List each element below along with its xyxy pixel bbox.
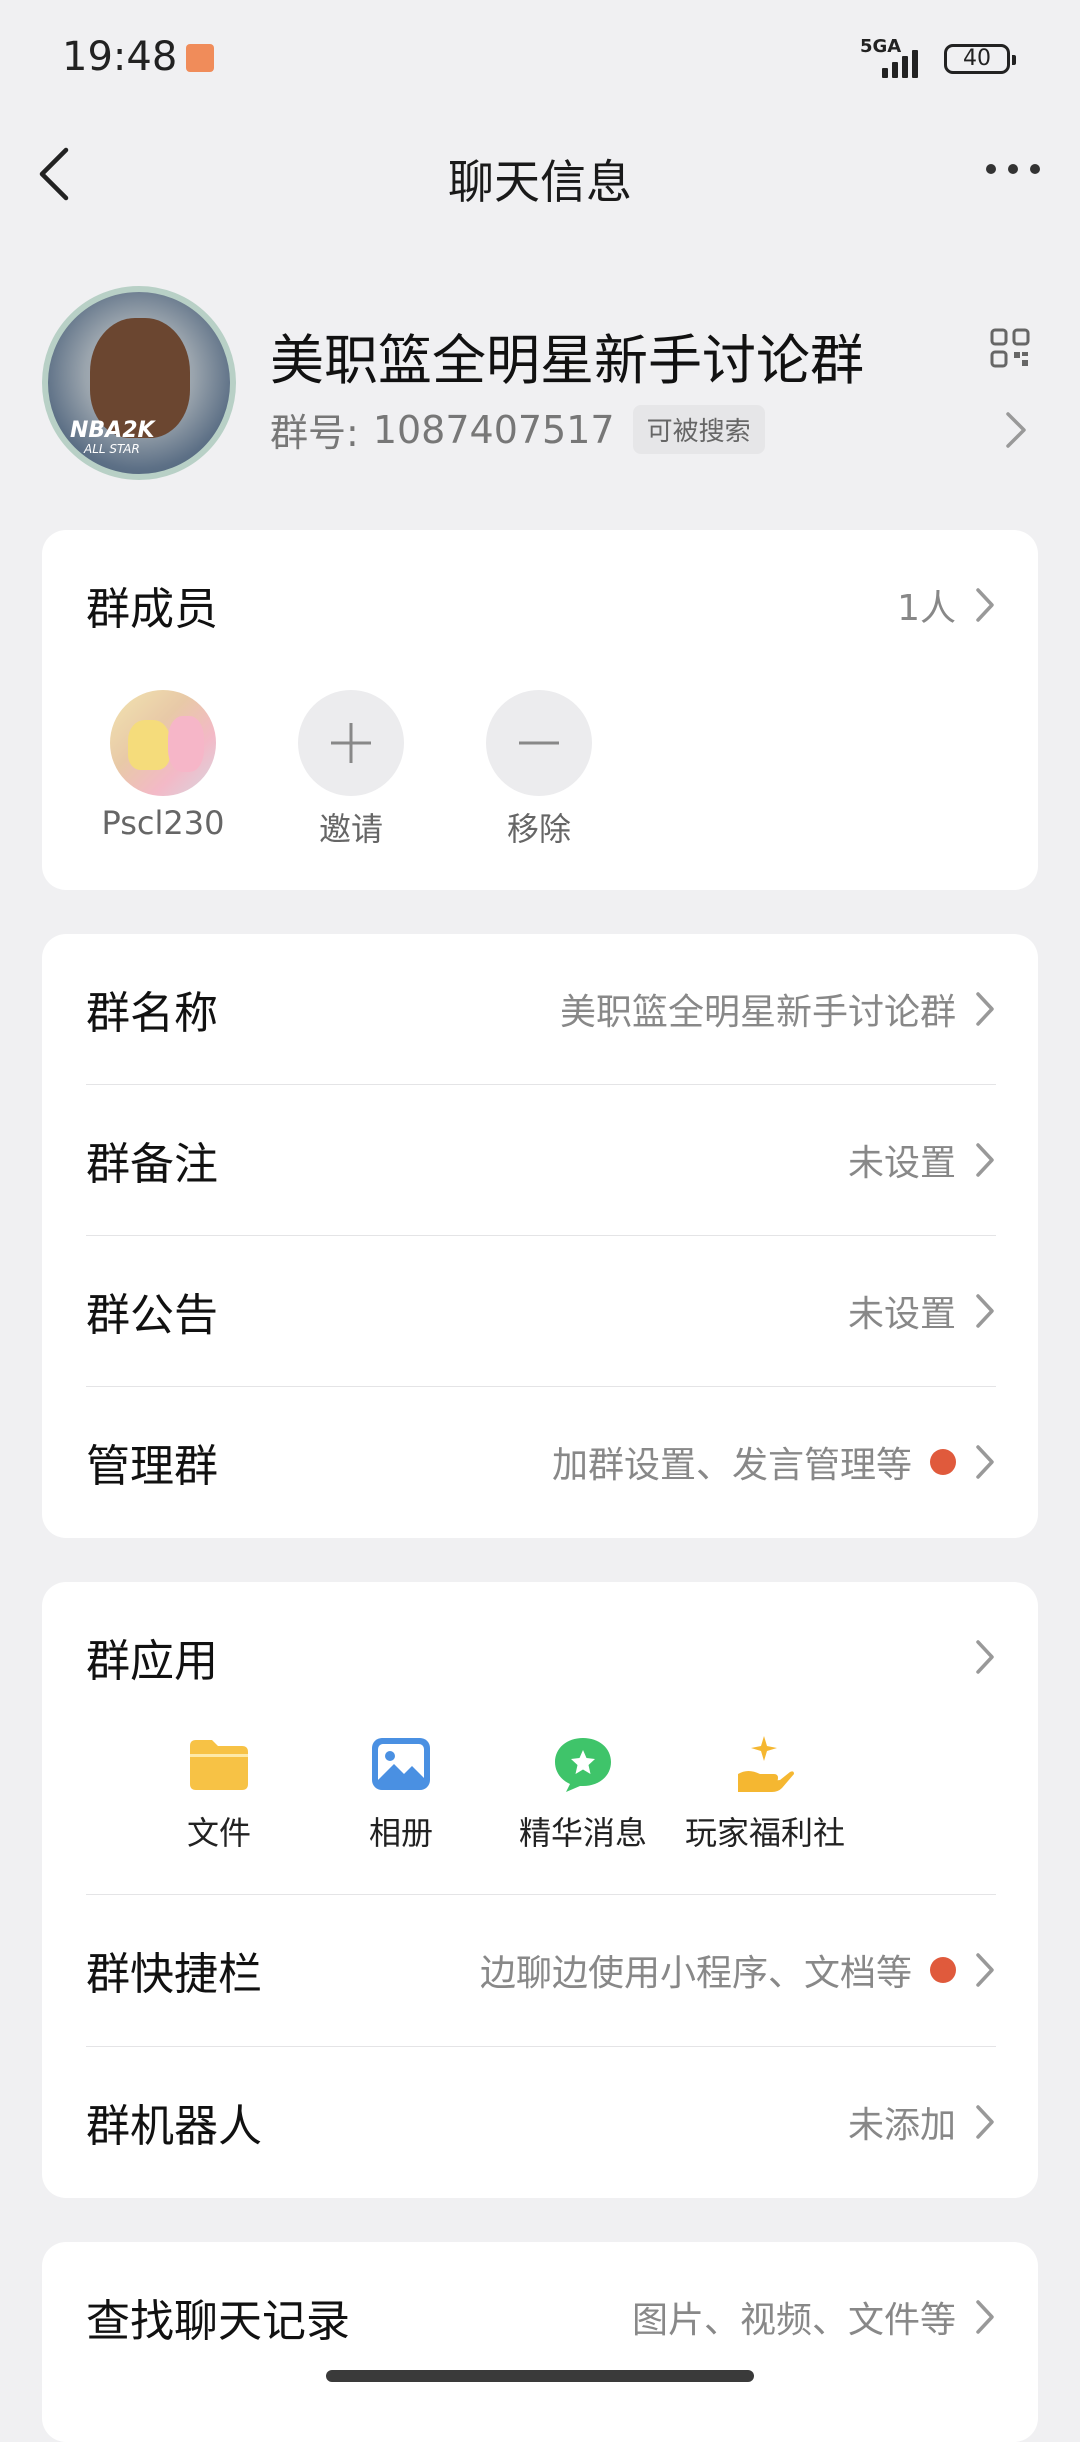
chevron-right-icon — [976, 1953, 994, 1987]
row-label: 群机器人 — [86, 2101, 262, 2152]
group-number: 1087407517 — [372, 407, 615, 452]
remove-label: 移除 — [506, 810, 571, 848]
status-bar: 19:48 5GA 40 — [0, 0, 1080, 118]
member-count: 1人 — [897, 588, 956, 629]
group-settings-card: 群名称 美职篮全明星新手讨论群 群备注 未设置 群公告 未设置 管理群 加群设置… — [42, 934, 1038, 1538]
app-files[interactable]: 文件 — [128, 1734, 310, 1854]
row-value: 未设置 — [847, 1294, 956, 1335]
row-value: 边聊边使用小程序、文档等 — [479, 1953, 912, 1994]
row-label: 查找聊天记录 — [86, 2296, 350, 2347]
group-announcement-row[interactable]: 群公告 未设置 — [86, 1236, 996, 1386]
row-value: 未添加 — [847, 2105, 956, 2146]
home-indicator[interactable] — [326, 2370, 754, 2382]
row-value: 加群设置、发言管理等 — [551, 1445, 912, 1486]
group-number-label: 群号: — [270, 411, 359, 455]
member-item[interactable]: Pscl230 — [102, 690, 224, 850]
group-name: 美职篮全明星新手讨论群 — [270, 329, 864, 392]
row-label: 群公告 — [86, 1290, 218, 1341]
chevron-right-icon — [976, 1445, 994, 1479]
chevron-right-icon — [1006, 412, 1026, 448]
manage-group-row[interactable]: 管理群 加群设置、发言管理等 — [86, 1387, 996, 1537]
member-list: Pscl230 邀请 移除 — [102, 690, 594, 850]
group-apps-header-row[interactable]: 群应用 — [86, 1582, 996, 1732]
gift-hand-icon — [738, 1736, 794, 1792]
group-remark-row[interactable]: 群备注 未设置 — [86, 1085, 996, 1235]
app-label: 精华消息 — [518, 1814, 647, 1852]
star-message-icon — [555, 1738, 611, 1792]
cellular-signal-icon: 5GA — [860, 36, 930, 80]
members-card: 群成员 1人 Pscl230 邀请 移除 — [42, 530, 1038, 890]
app-label: 文件 — [186, 1814, 251, 1852]
members-header-row[interactable]: 群成员 1人 — [86, 530, 996, 680]
group-bot-row[interactable]: 群机器人 未添加 — [86, 2047, 996, 2197]
nav-bar: 聊天信息 — [0, 118, 1080, 228]
chevron-right-icon — [976, 588, 994, 622]
remove-button[interactable]: 移除 — [484, 690, 594, 850]
app-list: 文件 相册 精华消息 玩家福利社 — [128, 1734, 856, 1854]
page-title: 聊天信息 — [448, 155, 632, 209]
group-apps-label: 群应用 — [86, 1636, 218, 1687]
minus-icon[interactable] — [486, 690, 592, 796]
row-value: 未设置 — [847, 1143, 956, 1184]
app-album[interactable]: 相册 — [310, 1734, 492, 1854]
plus-icon[interactable] — [298, 690, 404, 796]
chevron-right-icon — [976, 1640, 994, 1674]
row-value: 美职篮全明星新手讨论群 — [559, 992, 956, 1033]
chevron-right-icon — [976, 2300, 994, 2334]
row-value: 图片、视频、文件等 — [631, 2300, 956, 2341]
group-name-row[interactable]: 群名称 美职篮全明星新手讨论群 — [86, 934, 996, 1084]
app-label: 玩家福利社 — [684, 1814, 845, 1852]
avatar-sub-text: ALL STAR — [84, 442, 140, 456]
member-name: Pscl230 — [101, 804, 225, 842]
searchable-badge: 可被搜索 — [632, 405, 765, 454]
invite-button[interactable]: 邀请 — [296, 690, 406, 850]
group-number-row: 群号: 1087407517 可被搜索 — [270, 402, 765, 457]
group-avatar[interactable]: NBA2K ALL STAR — [42, 286, 236, 480]
row-label: 群名称 — [86, 988, 218, 1039]
app-essence-messages[interactable]: 精华消息 — [492, 1734, 674, 1854]
row-label: 管理群 — [86, 1441, 218, 1492]
chat-history-card: 查找聊天记录 图片、视频、文件等 — [42, 2242, 1038, 2442]
chevron-right-icon — [976, 1143, 994, 1177]
chevron-right-icon — [976, 1294, 994, 1328]
members-label: 群成员 — [86, 584, 218, 635]
red-dot-badge — [930, 1449, 956, 1475]
user-avatar[interactable] — [110, 690, 216, 796]
invite-label: 邀请 — [318, 810, 383, 848]
avatar-brand-text: NBA2K — [70, 418, 155, 443]
row-label: 群快捷栏 — [86, 1949, 262, 2000]
group-header[interactable]: NBA2K ALL STAR 美职篮全明星新手讨论群 群号: 108740751… — [0, 286, 1080, 486]
row-label: 群备注 — [86, 1139, 218, 1190]
album-icon — [372, 1738, 430, 1790]
more-icon[interactable] — [986, 164, 1040, 174]
group-apps-card: 群应用 文件 相册 精华消息 玩家福利社 群快捷栏 边聊边使用小程序、文档等 群… — [42, 1582, 1038, 2198]
app-label: 相册 — [368, 1814, 433, 1852]
chevron-right-icon — [976, 992, 994, 1026]
app-player-welfare[interactable]: 玩家福利社 — [674, 1734, 856, 1854]
folder-icon — [190, 1740, 248, 1790]
chevron-right-icon — [976, 2105, 994, 2139]
qr-code-icon[interactable] — [990, 328, 1030, 368]
status-time: 19:48 — [62, 34, 178, 80]
battery-icon: 40 — [944, 44, 1016, 74]
notification-icon — [186, 44, 214, 72]
quick-bar-row[interactable]: 群快捷栏 边聊边使用小程序、文档等 — [86, 1895, 996, 2045]
red-dot-badge — [930, 1957, 956, 1983]
